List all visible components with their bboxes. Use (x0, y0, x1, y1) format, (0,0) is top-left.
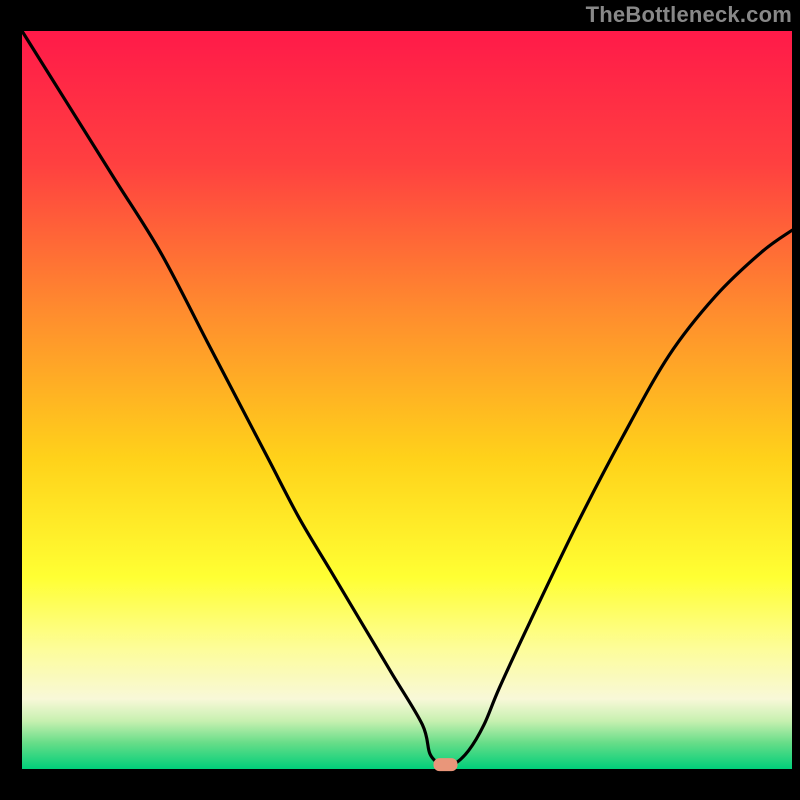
bottleneck-chart (0, 0, 800, 800)
plot-background (22, 31, 792, 769)
chart-frame: { "attribution": "TheBottleneck.com", "c… (0, 0, 800, 800)
attribution-text: TheBottleneck.com (586, 2, 792, 28)
optimum-marker (434, 758, 458, 771)
